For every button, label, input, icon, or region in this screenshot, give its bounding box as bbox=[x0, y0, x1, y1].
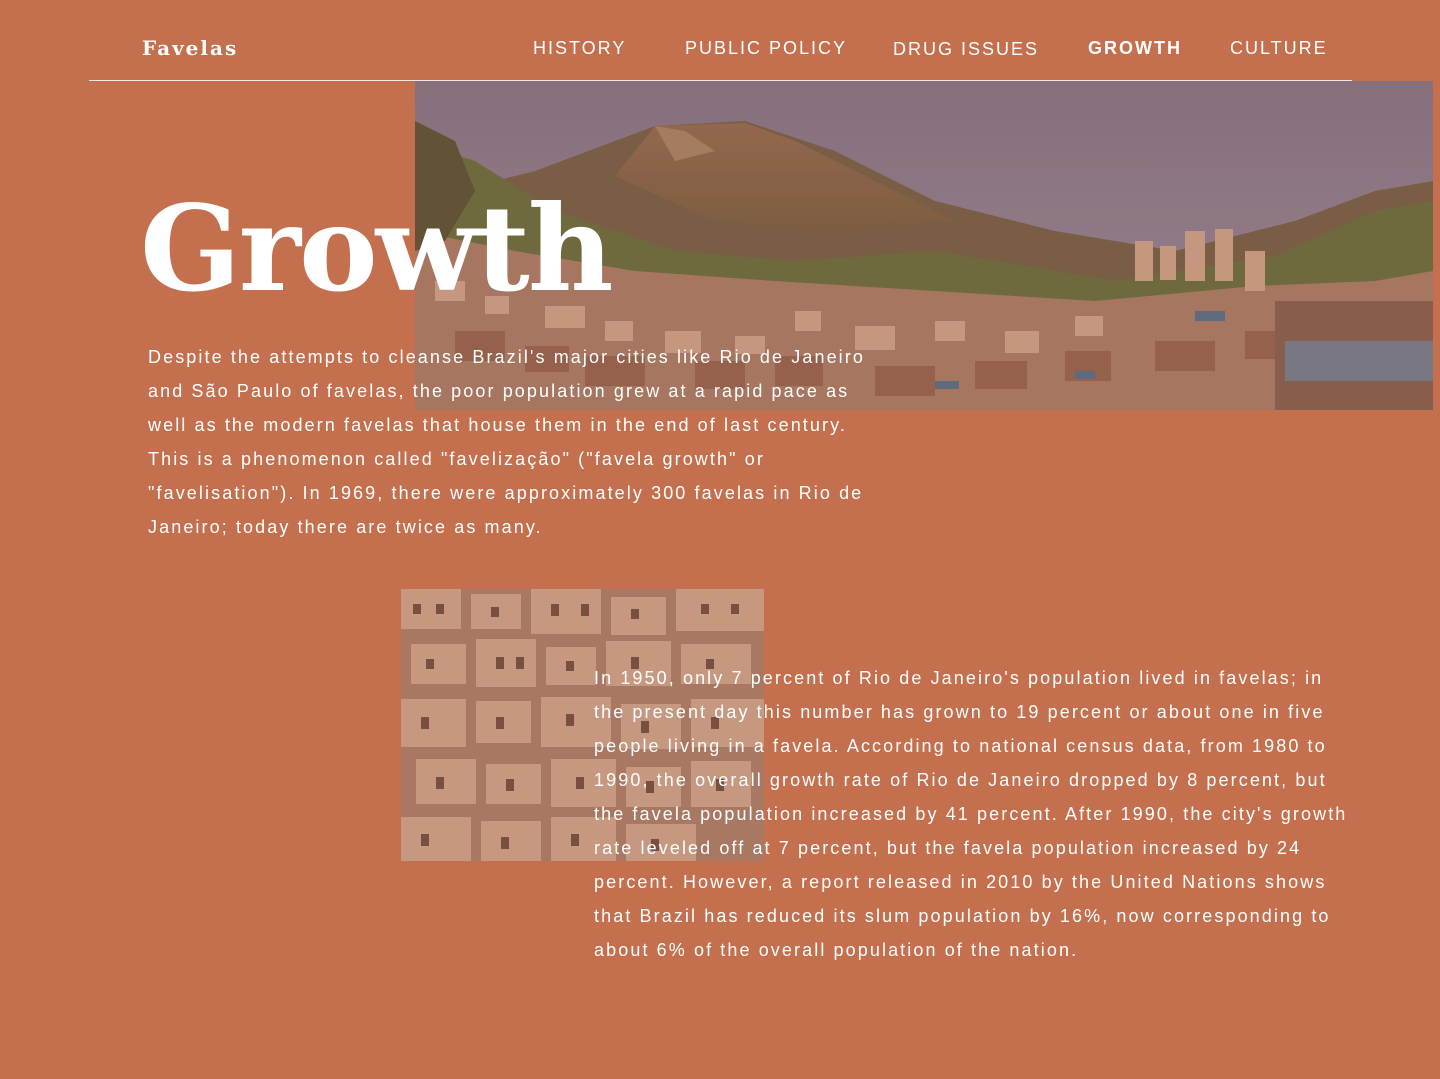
site-logo[interactable]: Favelas bbox=[142, 36, 238, 60]
growth-statistics-paragraph: In 1950, only 7 percent of Rio de Janeir… bbox=[594, 668, 1348, 960]
nav-public-policy[interactable]: PUBLIC POLICY bbox=[685, 38, 847, 59]
nav-history[interactable]: HISTORY bbox=[533, 38, 626, 59]
nav-growth[interactable]: GROWTH bbox=[1088, 38, 1182, 59]
page-title: Growth bbox=[140, 179, 614, 318]
nav-drug-issues[interactable]: DRUG ISSUES bbox=[893, 39, 1039, 60]
nav-culture[interactable]: CULTURE bbox=[1230, 38, 1328, 59]
intro-paragraph: Despite the attempts to cleanse Brazil's… bbox=[148, 347, 865, 537]
